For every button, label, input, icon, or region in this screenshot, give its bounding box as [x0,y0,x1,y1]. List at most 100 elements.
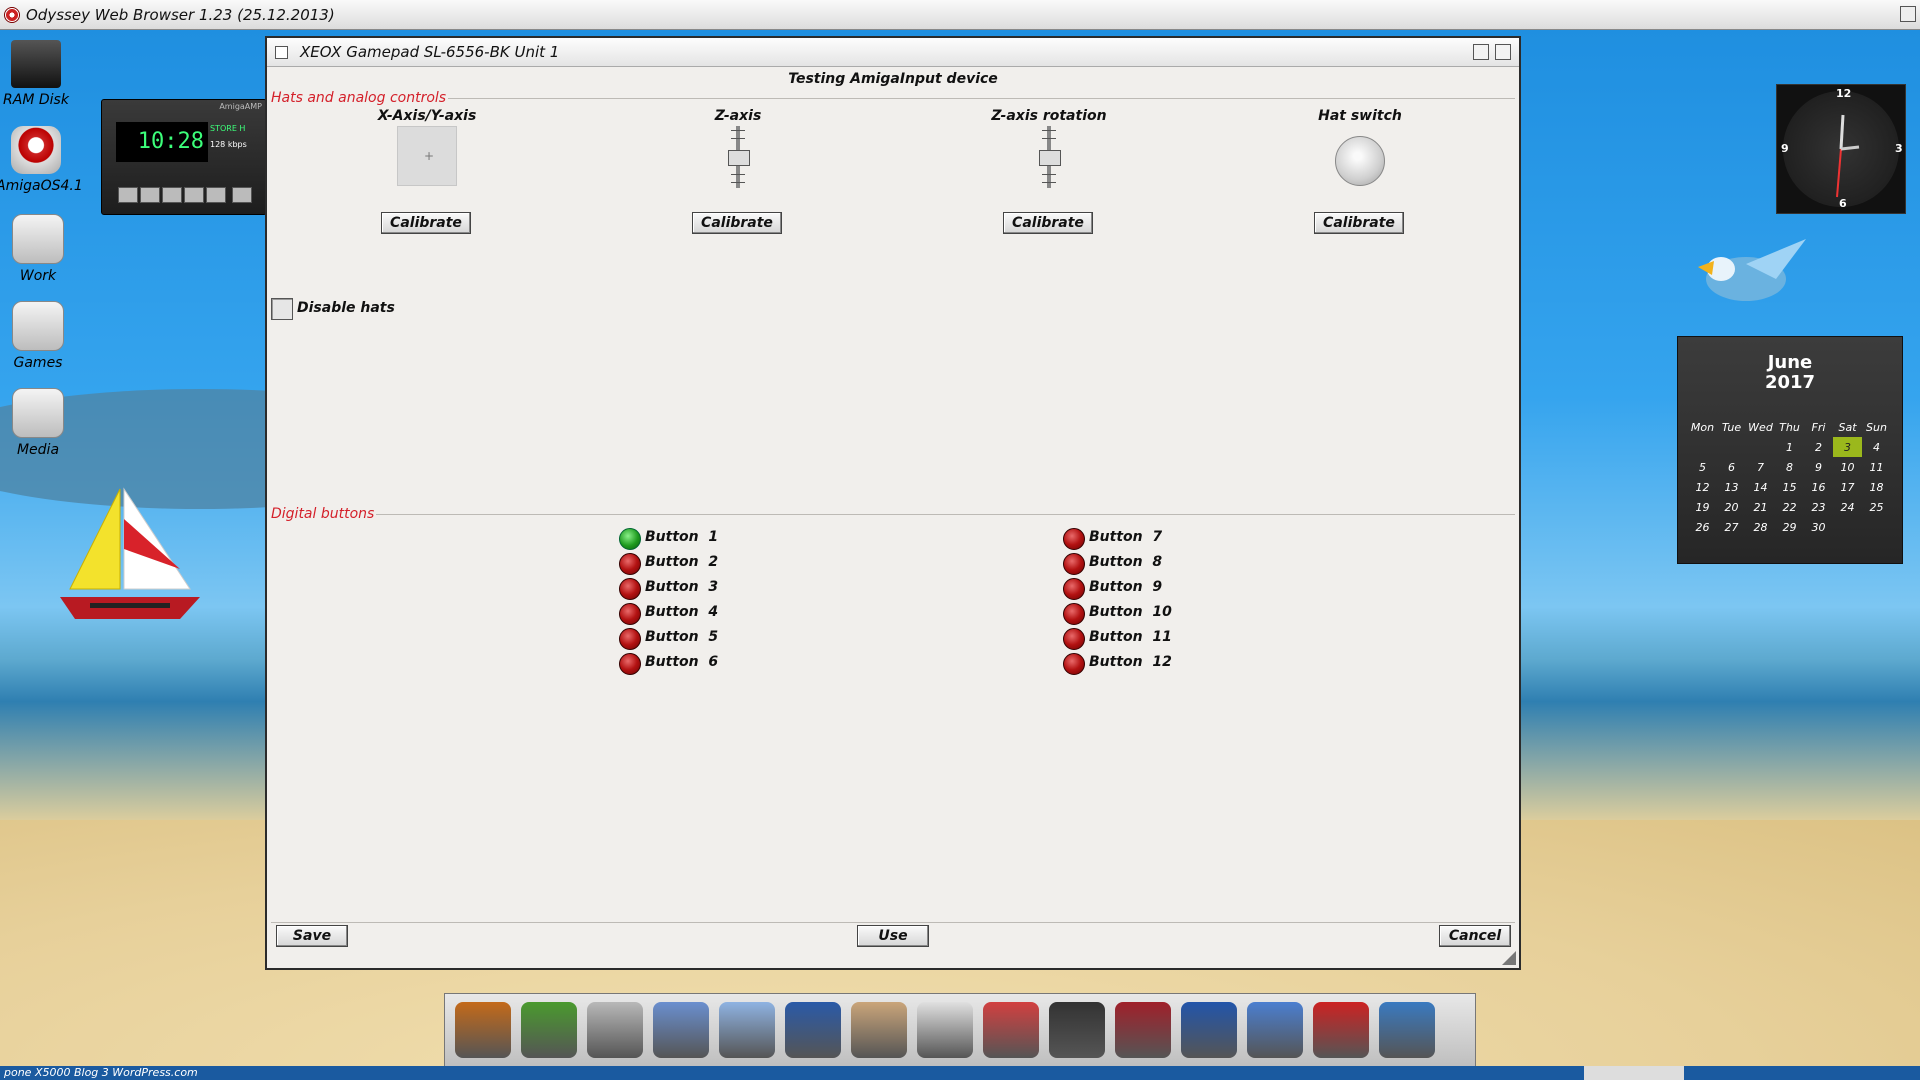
search-icon[interactable] [587,1002,643,1058]
calendar-day[interactable]: 29 [1775,517,1804,537]
calendar-day[interactable]: 10 [1833,457,1862,477]
desktop-icon-media[interactable]: Media [0,388,78,458]
amp-pause-button[interactable] [162,187,182,203]
calendar-day[interactable]: 6 [1717,457,1746,477]
calibrate-xy-button[interactable]: Calibrate [381,212,471,234]
window-depth-icon[interactable] [1495,44,1511,60]
calendar-day[interactable]: 19 [1688,497,1717,517]
cancel-button[interactable]: Cancel [1439,925,1511,947]
calibrate-z-button[interactable]: Calibrate [692,212,782,234]
button-8-indicator-icon [1063,553,1085,575]
calendar-day[interactable]: 7 [1746,457,1775,477]
xy-axis-indicator: + [397,126,457,186]
button-1-indicator-icon [619,528,641,550]
button-5-indicator-icon [619,628,641,650]
calendar-day[interactable]: 27 [1717,517,1746,537]
desktop-icon-work[interactable]: Work [0,214,78,284]
calendar-day[interactable]: 16 [1804,477,1833,497]
disable-hats-checkbox[interactable] [271,298,293,320]
hard-drive-icon [12,301,64,351]
calendar-day[interactable]: 22 [1775,497,1804,517]
desktop-icon-amigaos[interactable]: AmigaOS4.1 [0,126,83,194]
calendar-day[interactable]: 20 [1717,497,1746,517]
gamepad-test-window: XEOX Gamepad SL-6556-BK Unit 1 Testing A… [265,36,1521,970]
shell-icon[interactable] [719,1002,775,1058]
calendar-day[interactable]: 17 [1833,477,1862,497]
file-search-icon[interactable] [851,1002,907,1058]
group-divider [271,514,1515,515]
amp-next-button[interactable] [206,187,226,203]
calendar-day[interactable]: 5 [1688,457,1717,477]
amp-stop-button[interactable] [184,187,204,203]
calendar-day[interactable]: 4 [1862,437,1891,457]
calendar-day[interactable]: 11 [1862,457,1891,477]
ram-disk-icon [11,40,61,88]
calendar-weekday: Wed [1748,420,1773,434]
calendar-day[interactable]: 28 [1746,517,1775,537]
app-installer-icon[interactable] [983,1002,1039,1058]
calendar-day[interactable]: 12 [1688,477,1717,497]
desktop-icon-games[interactable]: Games [0,301,78,371]
digital-group-title: Digital buttons [271,506,377,522]
z-rotation-label: Z-axis rotation [991,108,1107,124]
calendar-day[interactable]: 23 [1804,497,1833,517]
window-title-bar[interactable]: XEOX Gamepad SL-6556-BK Unit 1 [267,38,1519,67]
calendar-weekday: Mon [1690,420,1715,434]
calendar-day[interactable]: 8 [1775,457,1804,477]
media-player-icon[interactable] [1247,1002,1303,1058]
emulator-icon[interactable] [1049,1002,1105,1058]
desktop-icon-ram-disk[interactable]: RAM Disk [0,40,76,108]
calendar-day[interactable]: 24 [1833,497,1862,517]
amp-play-button[interactable] [140,187,160,203]
pdf-reader-icon[interactable] [917,1002,973,1058]
calibrate-z-rotation-button[interactable]: Calibrate [1003,212,1093,234]
calendar-day-today[interactable]: 3 [1833,437,1862,457]
footer-divider [271,922,1515,923]
window-zoom-icon[interactable] [1473,44,1489,60]
calendar-day[interactable]: 26 [1688,517,1717,537]
calendar-day[interactable]: 14 [1746,477,1775,497]
calendar-day[interactable]: 25 [1862,497,1891,517]
xy-position-marker: + [424,149,435,163]
calendar-widget: June 2017 Mon Tue Wed Thu Fri Sat Sun 12345678… [1677,336,1903,564]
taskbar-window-title[interactable]: pone X5000 Blog 3 WordPress.com [0,1066,198,1079]
bag-icon[interactable] [1115,1002,1171,1058]
calendar-month: June [1767,352,1813,373]
save-button[interactable]: Save [276,925,348,947]
calendar-weekday: Fri [1811,420,1826,434]
button-3-indicator-icon [619,578,641,600]
calibrate-hat-button[interactable]: Calibrate [1314,212,1404,234]
calendar-day[interactable]: 1 [1775,437,1804,457]
calendar-day[interactable]: 18 [1862,477,1891,497]
desktop-icon-label: RAM Disk [3,92,69,108]
hats-group-title: Hats and analog controls [271,90,449,106]
amigaamp-title: AmigaAMP [219,102,262,111]
clock-widget: 12 3 6 9 [1776,84,1906,214]
window-title: XEOX Gamepad SL-6556-BK Unit 1 [300,43,560,61]
joystick-icon[interactable] [1313,1002,1369,1058]
use-button[interactable]: Use [857,925,929,947]
notepad-icon[interactable] [521,1002,577,1058]
calendar-day[interactable]: 2 [1804,437,1833,457]
window-close-icon[interactable] [275,45,288,59]
screen-depth-gadget-icon[interactable] [1900,6,1916,22]
calendar-day[interactable]: 30 [1804,517,1833,537]
calendar-year: 2017 [1764,372,1816,393]
sphere-icon[interactable] [653,1002,709,1058]
amigaamp-player[interactable]: AmigaAMP 10:28 STORE H 128 kbps [101,99,267,215]
calendar-day[interactable]: 15 [1775,477,1804,497]
hard-drive-icon [12,388,64,438]
amp-eject-button[interactable] [232,187,252,203]
window-resize-handle[interactable] [1502,951,1516,965]
desktop-icon-label: Games [13,355,63,371]
video-player-icon[interactable] [455,1002,511,1058]
calendar-day[interactable]: 13 [1717,477,1746,497]
calendar-day[interactable]: 9 [1804,457,1833,477]
globe-icon[interactable] [785,1002,841,1058]
calendar-day[interactable]: 21 [1746,497,1775,517]
amp-prev-button[interactable] [118,187,138,203]
game-icon[interactable] [1181,1002,1237,1058]
screen-grabber-icon[interactable] [1379,1002,1435,1058]
button-1-label: Button 1 [645,529,719,545]
desktop-icon-label: Media [16,442,60,458]
